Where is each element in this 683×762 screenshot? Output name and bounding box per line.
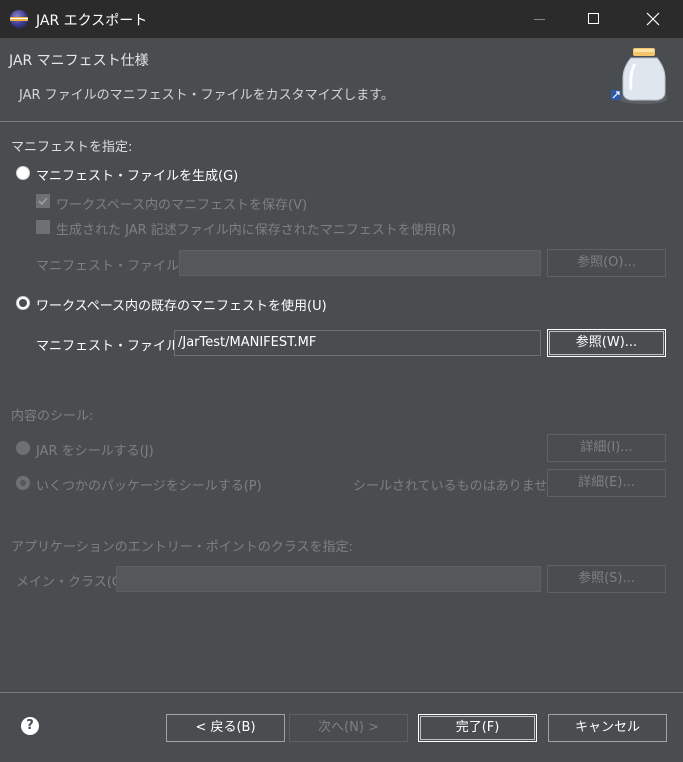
save-manifest-label: ワークスペース内のマニフェストを保存(V)	[56, 198, 308, 213]
finish-button[interactable]: 完了(F)	[418, 714, 537, 742]
header-separator	[0, 121, 683, 122]
generate-manifest-radio[interactable]	[16, 166, 30, 180]
manifest-file-a-input[interactable]: /JarTest/MANIFEST.MF	[174, 330, 541, 356]
details-e-button[interactable]: 詳細(E)...	[547, 469, 666, 497]
seal-packages-radio[interactable]	[16, 476, 30, 490]
details-i-button[interactable]: 詳細(I)...	[547, 434, 666, 462]
eclipse-app-icon	[10, 10, 28, 28]
cancel-button[interactable]: キャンセル	[548, 714, 667, 742]
minimize-button[interactable]	[517, 0, 563, 38]
save-manifest-checkbox[interactable]	[36, 194, 50, 208]
footer-separator	[0, 692, 683, 693]
title-bar: JAR エクスポート	[0, 0, 683, 38]
sealed-status-text: シールされているものはありません	[353, 479, 561, 494]
browse-o-button[interactable]: 参照(O)...	[547, 249, 666, 277]
close-button[interactable]	[630, 0, 676, 38]
browse-w-button[interactable]: 参照(W)...	[547, 329, 666, 357]
maximize-button[interactable]	[571, 0, 617, 38]
check-icon	[38, 197, 48, 206]
next-button[interactable]: 次へ(N) >	[289, 714, 408, 742]
use-existing-manifest-label[interactable]: ワークスペース内の既存のマニフェストを使用(U)	[36, 295, 327, 314]
main-class-label: メイン・クラス(C):	[16, 575, 131, 590]
wizard-header: JAR マニフェスト仕様 JAR ファイルのマニフェスト・ファイルをカスタマイズ…	[0, 38, 683, 122]
page-title: JAR マニフェスト仕様	[9, 53, 149, 69]
jar-icon	[611, 48, 667, 104]
reuse-manifest-checkbox[interactable]	[36, 220, 50, 234]
manifest-section-label: マニフェストを指定:	[11, 140, 133, 155]
page-description: JAR ファイルのマニフェスト・ファイルをカスタマイズします。	[19, 88, 394, 103]
back-button[interactable]: < 戻る(B)	[166, 714, 285, 742]
main-class-input[interactable]	[116, 566, 541, 592]
close-icon	[646, 12, 660, 26]
browse-s-button[interactable]: 参照(S)...	[547, 565, 666, 593]
reuse-manifest-label: 生成された JAR 記述ファイル内に保存されたマニフェストを使用(R)	[56, 223, 456, 238]
seal-jar-radio[interactable]	[16, 441, 30, 455]
manifest-file-m-input[interactable]	[179, 250, 541, 276]
use-existing-manifest-radio[interactable]	[16, 296, 30, 310]
generate-manifest-label[interactable]: マニフェスト・ファイルを生成(G)	[36, 165, 238, 184]
seal-section-label: 内容のシール:	[11, 409, 94, 424]
seal-jar-label: JAR をシールする(J)	[36, 444, 154, 459]
seal-packages-label: いくつかのパッケージをシールする(P)	[36, 479, 262, 494]
window-title: JAR エクスポート	[36, 13, 148, 29]
help-icon[interactable]: ?	[21, 717, 39, 735]
entry-section-label: アプリケーションのエントリー・ポイントのクラスを指定:	[11, 540, 353, 555]
